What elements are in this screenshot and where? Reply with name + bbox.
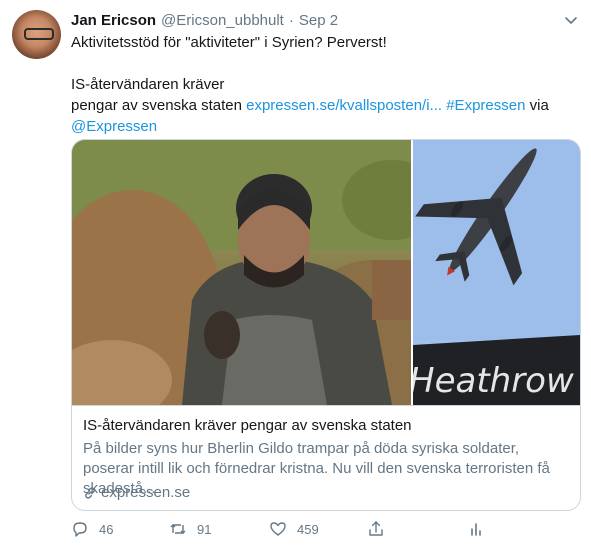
like-count: 459 [297, 521, 319, 537]
retweet-button[interactable]: 91 [169, 520, 211, 538]
share-button[interactable] [367, 520, 385, 538]
reply-button[interactable]: 46 [71, 520, 113, 538]
share-icon [369, 521, 383, 536]
tweet-line-3: pengar av svenska staten expressen.se/kv… [71, 95, 576, 116]
analytics-button[interactable] [467, 520, 485, 538]
card-domain: expressen.se [83, 484, 190, 501]
chevron-down-icon[interactable] [563, 12, 579, 28]
header-separator: · [288, 11, 294, 29]
analytics-icon [471, 523, 481, 536]
tweet-actions: 46 91 459 [71, 520, 511, 542]
link-icon [85, 486, 95, 499]
via-text: via [525, 97, 549, 114]
reply-count: 46 [99, 521, 114, 537]
tweet-line-1: Aktivitetsstöd för "aktiviteter" i Syrie… [71, 34, 387, 51]
card-image-plane: Heathrow [413, 140, 580, 405]
card-meta[interactable]: IS-återvändaren kräver pengar av svenska… [72, 405, 580, 510]
card-title: IS-återvändaren kräver pengar av svenska… [83, 417, 412, 434]
tweet-line-2: IS-återvändaren kräver [71, 76, 225, 93]
reply-icon [73, 522, 87, 537]
tweet-header: Jan Ericson @Ericson_ubbhult · Sep 2 [71, 10, 338, 30]
man-photo [72, 140, 411, 405]
heart-icon [270, 522, 286, 536]
tweet-line-3-text: pengar av svenska staten [71, 97, 247, 114]
avatar[interactable] [12, 10, 61, 59]
retweet-count: 91 [197, 521, 212, 537]
plane-photo: Heathrow [413, 140, 580, 405]
avatar-glasses [24, 28, 54, 40]
author-handle[interactable]: @Ericson_ubbhult [161, 12, 284, 29]
tweet[interactable]: Jan Ericson @Ericson_ubbhult · Sep 2 Akt… [0, 0, 591, 550]
mention-link[interactable]: @Expressen [71, 118, 157, 135]
author-name[interactable]: Jan Ericson [71, 12, 156, 29]
tweet-text: Aktivitetsstöd för "aktiviteter" i Syrie… [71, 32, 576, 137]
like-button[interactable]: 459 [269, 520, 319, 538]
tweet-date[interactable]: Sep 2 [299, 12, 338, 29]
hashtag-link[interactable]: #Expressen [446, 97, 525, 114]
link-card[interactable]: Heathrow IS-återvändaren kräver pengar a… [71, 139, 581, 511]
card-image-man [72, 140, 411, 405]
tweet-line-4: @Expressen [71, 116, 576, 137]
card-domain-text: expressen.se [101, 484, 191, 501]
article-link[interactable]: expressen.se/kvallsposten/i... [246, 97, 442, 114]
heathrow-sign: Heathrow [413, 361, 574, 401]
retweet-icon [170, 524, 186, 534]
